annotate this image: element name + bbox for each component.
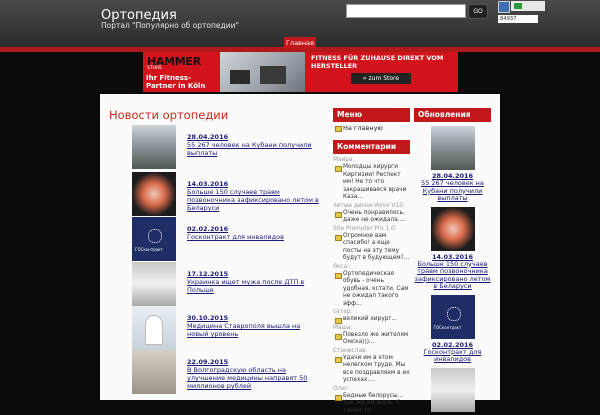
list-item: 30.10.2015 Медицина Ставрополя вышла на … xyxy=(132,306,322,352)
page-title: Новости ортопедии xyxy=(109,108,228,122)
bullet-icon xyxy=(335,357,342,363)
comment-author: литые диски Volvo V13: xyxy=(333,202,410,210)
ad-tagline: Ihr Fitness-Partner in Köln xyxy=(146,74,220,90)
post-title-link[interactable]: Медицина Ставрополя вышла на новый урове… xyxy=(187,322,322,338)
comment-link[interactable]: Огромное вам спасибо! а еще посты на эту… xyxy=(333,233,410,263)
list-item: 14.03.2016 Больше 150 случаев травм позв… xyxy=(132,172,322,218)
post-date[interactable]: 30.10.2015 xyxy=(187,314,228,322)
treadmill-image xyxy=(230,70,250,84)
comment-link[interactable]: Удачи им в этом нелегком труде. Мы все п… xyxy=(333,355,410,385)
post-title-link[interactable]: Украинка ищет мужа после ДТП в Польше xyxy=(187,278,322,294)
post-thumbnail[interactable] xyxy=(132,350,176,394)
bullet-icon xyxy=(335,273,342,279)
list-item: 22.09.2015 В Волгоградскую область на ул… xyxy=(132,350,322,396)
updates-header: Обновления xyxy=(414,108,491,122)
treadmill-image xyxy=(260,66,286,84)
list-item: 17.12.2015 Украинка ищет мужа после ДТП … xyxy=(132,262,322,308)
post-thumbnail[interactable] xyxy=(132,172,176,216)
comment-link[interactable]: Очень понравилось, даже не ожидала.... xyxy=(333,210,410,225)
post-date[interactable]: 02.02.2016 xyxy=(187,225,228,233)
update-title-link[interactable]: Госконтракт для инвалидов xyxy=(414,349,491,364)
update-item: 28.04.2016 55 267 человек на Кубани полу… xyxy=(414,126,491,203)
update-thumbnail[interactable] xyxy=(431,295,475,339)
bullet-icon xyxy=(335,166,342,172)
menu-item-label[interactable]: На главную xyxy=(343,124,383,132)
sidebar-middle: Меню На главную Комментарии Маира: Молод… xyxy=(333,108,410,415)
banner-ad[interactable]: HAMMER STORE Ihr Fitness-Partner in Köln… xyxy=(143,52,458,92)
post-title-link[interactable]: 55 267 человек на Кубани получили выплат… xyxy=(187,141,322,157)
menu-header: Меню xyxy=(333,108,410,122)
comment-link[interactable]: Ортопедическая обувь - очень удобная, кс… xyxy=(333,271,410,309)
post-date[interactable]: 28.04.2016 xyxy=(187,133,228,141)
comment-author: Site Promoter Pro 1.0: xyxy=(333,225,410,233)
post-title-link[interactable]: Госконтракт для инвалидов xyxy=(187,233,322,241)
ad-photo xyxy=(220,52,305,92)
menu-item-home[interactable]: На главную xyxy=(333,122,410,134)
bullet-icon xyxy=(335,334,342,340)
post-thumbnail[interactable] xyxy=(132,306,176,350)
comment-author: Маира: xyxy=(333,156,410,164)
ad-cta-button[interactable]: » zum Store xyxy=(351,73,411,84)
bullet-icon xyxy=(335,318,342,324)
comment-text[interactable]: Ортопедическая обувь - очень удобная, кс… xyxy=(343,271,409,307)
search-input[interactable] xyxy=(346,4,466,18)
comment-author: Якса: xyxy=(333,263,410,271)
counter-widget[interactable]: 84937 xyxy=(496,0,550,26)
tab-home[interactable]: Главная xyxy=(284,37,316,49)
comment-link[interactable]: великий хирург... xyxy=(333,316,410,324)
list-item: 02.02.2016 Госконтракт для инвалидов xyxy=(132,217,322,263)
comments-list: Маира: Молодцы хирурги Киргизии! Респект… xyxy=(333,154,410,415)
comments-header: Комментарии xyxy=(333,140,410,154)
post-thumbnail[interactable] xyxy=(132,262,176,306)
ad-copy: FITNESS FÜR ZUHAUSE DIREKT VOM HERSTELLE… xyxy=(305,52,458,92)
update-title-link[interactable]: Больше 150 случаев травм позвоночника за… xyxy=(414,261,491,291)
ad-brand-sub: STORE xyxy=(147,66,162,71)
content-area: Новости ортопедии 28.04.2016 55 267 чело… xyxy=(100,94,500,400)
comment-text[interactable]: Повезло же жителям Омска)))... xyxy=(343,332,408,346)
comment-text[interactable]: Очень понравилось, даже не ожидала.... xyxy=(343,210,405,224)
ad-logo: HAMMER STORE Ihr Fitness-Partner in Köln xyxy=(143,52,220,92)
list-item: 28.04.2016 55 267 человек на Кубани полу… xyxy=(132,125,322,171)
comment-text[interactable]: великий хирург... xyxy=(343,316,397,322)
comment-author: Станислав: xyxy=(333,347,410,355)
update-item xyxy=(414,368,491,412)
ad-headline: FITNESS FÜR ZUHAUSE DIREKT VOM HERSTELLE… xyxy=(311,55,458,70)
update-title-link[interactable]: 55 267 человек на Кубани получили выплат… xyxy=(414,180,491,203)
comment-author: сатар: xyxy=(333,308,410,316)
update-thumbnail[interactable] xyxy=(431,368,475,412)
comment-author: Маша: xyxy=(333,324,410,332)
post-date[interactable]: 22.09.2015 xyxy=(187,358,228,366)
visit-counter: 84937 xyxy=(498,15,538,23)
comment-author: Олег: xyxy=(333,385,410,393)
update-thumbnail[interactable] xyxy=(431,207,475,251)
post-date[interactable]: 17.12.2015 xyxy=(187,270,228,278)
post-thumbnail[interactable] xyxy=(132,217,176,261)
comment-text[interactable]: Огромное вам спасибо! а еще посты на эту… xyxy=(343,233,409,262)
bullet-icon xyxy=(335,212,342,218)
comment-text[interactable]: Бедные белорусы... Как же им жаль. С так… xyxy=(343,393,403,414)
sidebar-right: Обновления 28.04.2016 55 267 человек на … xyxy=(414,108,491,412)
comment-link[interactable]: Повезло же жителям Омска)))... xyxy=(333,332,410,347)
update-item: 02.02.2016 Госконтракт для инвалидов xyxy=(414,295,491,364)
comment-link[interactable]: Бедные белорусы... Как же им жаль. С так… xyxy=(333,393,410,415)
comment-text[interactable]: Молодцы хирурги Киргизии! Респект им! Не… xyxy=(343,164,406,200)
post-title-link[interactable]: В Волгоградскую область на улучшение мед… xyxy=(187,366,322,390)
post-date[interactable]: 14.03.2016 xyxy=(187,180,228,188)
bullet-icon xyxy=(335,126,342,132)
comment-link[interactable]: Молодцы хирурги Киргизии! Респект им! Не… xyxy=(333,164,410,202)
liveinternet-icon[interactable] xyxy=(511,1,545,11)
social-icon[interactable] xyxy=(498,1,510,13)
site-subtitle: Портал "Популярно об ортопедии" xyxy=(101,21,239,30)
update-item: 14.03.2016 Больше 150 случаев травм позв… xyxy=(414,207,491,291)
comment-text[interactable]: Удачи им в этом нелегком труде. Мы все п… xyxy=(343,355,410,384)
bullet-icon xyxy=(335,235,342,241)
update-thumbnail[interactable] xyxy=(431,126,475,170)
search-button[interactable]: GO xyxy=(468,4,488,19)
post-thumbnail[interactable] xyxy=(132,125,176,169)
post-title-link[interactable]: Больше 150 случаев травм позвоночника за… xyxy=(187,188,322,212)
